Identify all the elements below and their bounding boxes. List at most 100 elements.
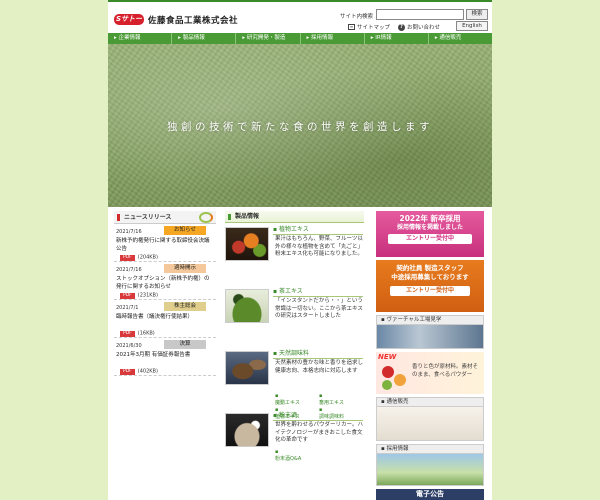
news-item[interactable]: 2021/7/16 適時開示 ストックオプション（新株予約権）の発行に関するお知… xyxy=(114,262,216,300)
tea-extract-image[interactable] xyxy=(225,289,269,323)
new-powder-banner[interactable]: NEW 香りと色が原材料。素材そのまま、食べるパウダー xyxy=(376,352,484,394)
file-size: (16KB) xyxy=(137,330,155,337)
news-title[interactable]: 臨時報告書（議決権行使結果） xyxy=(116,313,214,321)
seasoning-image[interactable] xyxy=(225,351,269,385)
nav-label: 採用情報 xyxy=(311,35,334,41)
fruit-icon xyxy=(382,366,394,378)
nav-label: IR情報 xyxy=(375,35,392,41)
news-title[interactable]: ストックオプション（新株予約権）の発行に関するお知らせ xyxy=(116,275,214,291)
nav-research[interactable]: ▸ 研究開発・製造 xyxy=(236,33,301,44)
main-nav: ▸ 企業情報 ▸ 製品情報 ▸ 研究開発・製造 ▸ 採用情報 ▸ IR情報 ▸ … xyxy=(108,33,492,44)
sitemap-label: サイトマップ xyxy=(357,25,391,31)
sitemap-link[interactable]: ≡ サイトマップ xyxy=(348,23,390,31)
page-container: Sサトー 佐藤食品工業株式会社 サイト内検索 検索 ≡ サイトマップ ? お問い… xyxy=(108,0,492,500)
english-button[interactable]: English xyxy=(456,21,488,31)
sub-link-label: 畜用エキス xyxy=(319,400,344,406)
powdered-liquor-image[interactable] xyxy=(225,413,269,447)
contract-staff-banner[interactable]: 契約社員 製造スタッフ 中途採用募集しております エントリー受付中 xyxy=(376,260,484,312)
recruit-line: 採用情報を掲載しました xyxy=(396,224,463,231)
nav-ir[interactable]: ▸ IR情報 xyxy=(365,33,429,44)
product-name[interactable]: ▪ 植物エキス xyxy=(273,225,363,235)
news-section: ニュースリリース 2021/7/16 お知らせ 新株予約権発行に関する取締役会決… xyxy=(114,211,216,376)
pdf-icon: PDF xyxy=(120,254,135,261)
product-name-label: 植物エキス xyxy=(278,226,309,233)
electronic-notice-banner[interactable]: 電子公告 xyxy=(376,489,484,500)
pdf-link[interactable]: PDF (402KB) xyxy=(120,368,158,375)
company-logo[interactable]: Sサトー xyxy=(114,14,144,25)
news-badge: 適時開示 xyxy=(164,264,206,273)
shop-image[interactable] xyxy=(376,407,484,441)
contract-line2: 中途採用募集しております xyxy=(391,273,469,281)
sub-link[interactable]: ▪ 粉末酒Q&A xyxy=(275,449,319,463)
news-badge: 決算 xyxy=(164,340,206,349)
news-badge: 株主総会 xyxy=(164,302,206,311)
sidebar: 2022年 新卒採用 採用情報を掲載しました エントリー受付中 契約社員 製造ス… xyxy=(376,211,484,489)
product-item-plant-extract[interactable]: ▪ 植物エキス 果汁はもちろん、野菜、フルーツ以外の様々な植物を含めて「丸ごと」… xyxy=(225,223,364,285)
hero-tagline: 独創の技術で新たな食の世界を創造します xyxy=(167,121,433,133)
product-name[interactable]: ▪ 天然調味料 xyxy=(273,349,363,359)
recruit-entry-button[interactable]: エントリー受付中 xyxy=(388,234,472,244)
recruit-image[interactable] xyxy=(376,454,484,486)
recruit-info-banner[interactable]: ▪ 採用情報 xyxy=(376,444,484,486)
virtual-factory-banner[interactable]: ▪ ヴァーチャル工場見学 xyxy=(376,315,484,349)
pdf-link[interactable]: PDF (231KB) xyxy=(120,292,158,299)
news-title[interactable]: 2021年3月期 有価証券報告書 xyxy=(116,351,214,359)
pdf-icon: PDF xyxy=(120,330,135,337)
pdf-link[interactable]: PDF (16KB) xyxy=(120,330,155,337)
fruit-icon xyxy=(394,374,406,386)
sub-link[interactable]: ▪ 魔動エキス xyxy=(275,393,319,407)
factory-label-text: ヴァーチャル工場見学 xyxy=(386,317,442,323)
factory-image[interactable] xyxy=(376,325,484,349)
product-item-natural-seasoning[interactable]: ▪ 天然調味料 天然素材の豊かな味と香りを追求し健康志向、本格志向に対応します … xyxy=(225,347,364,420)
news-badge: お知らせ xyxy=(164,226,206,235)
new-badge: NEW xyxy=(378,353,397,361)
contact-link[interactable]: ? お問い合わせ xyxy=(398,23,440,31)
product-item-powdered-liquor[interactable]: ▪ 粉末酒 世界を酔わせるパウダーリカー。ハイテクノロジーがまきおこした食文化の… xyxy=(225,409,364,471)
swirl-icon xyxy=(199,212,213,223)
news-item[interactable]: 2021/6/30 決算 2021年3月期 有価証券報告書 PDF (402KB) xyxy=(114,338,216,376)
product-item-tea-extract[interactable]: ▪ 茶エキス 「インスタントだから・・」という常識は一切ない。ここから茶エキスの… xyxy=(225,285,364,347)
search-label: サイト内検索 xyxy=(340,14,374,20)
question-icon: ? xyxy=(398,23,405,31)
file-size: (231KB) xyxy=(137,292,158,299)
nav-products[interactable]: ▸ 製品情報 xyxy=(172,33,237,44)
file-size: (204KB) xyxy=(137,254,158,261)
shop-label-text: 通信販売 xyxy=(386,399,409,405)
nav-recruit[interactable]: ▸ 採用情報 xyxy=(301,33,365,44)
product-name[interactable]: ▪ 粉末酒 xyxy=(273,411,363,421)
product-name-label: 天然調味料 xyxy=(278,350,309,357)
plant-extract-image[interactable] xyxy=(225,227,269,261)
company-name[interactable]: 佐藤食品工業株式会社 xyxy=(148,14,238,26)
news-date: 2021/6/30 xyxy=(116,343,142,349)
news-item[interactable]: 2021/7/1 株主総会 臨時報告書（議決権行使結果） PDF (16KB) xyxy=(114,300,216,338)
news-item[interactable]: 2021/7/16 お知らせ 新株予約権発行に関する取締役会決議公告 PDF (2… xyxy=(114,224,216,262)
nav-shop[interactable]: ▸ 通信販売 xyxy=(429,33,492,44)
product-name[interactable]: ▪ 茶エキス xyxy=(273,287,363,297)
sub-link[interactable]: ▪ 畜用エキス xyxy=(319,393,363,407)
site-header: Sサトー 佐藤食品工業株式会社 サイト内検索 検索 ≡ サイトマップ ? お問い… xyxy=(108,0,492,32)
products-heading-label: 製品情報 xyxy=(235,213,260,220)
recruit-label: ▪ 採用情報 xyxy=(376,444,484,454)
new-powder-text: 香りと色が原材料。素材そのまま、食べるパウダー xyxy=(412,364,479,378)
product-name-label: 茶エキス xyxy=(278,288,303,295)
pdf-icon: PDF xyxy=(120,368,135,375)
liquor-sub-links: ▪ 粉末酒Q&A xyxy=(275,449,365,463)
nav-company[interactable]: ▸ 企業情報 xyxy=(108,33,173,44)
contact-label: お問い合わせ xyxy=(407,25,441,31)
search-button[interactable]: 検索 xyxy=(466,9,488,20)
factory-label: ▪ ヴァーチャル工場見学 xyxy=(376,315,484,325)
product-desc: 果汁はもちろん、野菜、フルーツ以外の様々な植物を含めて「丸ごと」粉末エキス化も可… xyxy=(275,236,364,257)
news-title[interactable]: 新株予約権発行に関する取締役会決議公告 xyxy=(116,237,214,253)
news-date: 2021/7/16 xyxy=(116,267,142,273)
contract-entry-button[interactable]: エントリー受付中 xyxy=(390,286,470,296)
online-shop-banner[interactable]: ▪ 通信販売 xyxy=(376,397,484,441)
sub-link-label: 魔動エキス xyxy=(275,400,300,406)
news-heading: ニュースリリース xyxy=(114,211,216,224)
recruit-label-text: 採用情報 xyxy=(386,446,409,452)
hero-banner: 独創の技術で新たな食の世界を創造します xyxy=(108,44,492,207)
new-graduate-recruit-banner[interactable]: 2022年 新卒採用 採用情報を掲載しました エントリー受付中 xyxy=(376,211,484,257)
fruit-icon xyxy=(382,380,392,390)
search-input[interactable] xyxy=(376,9,464,20)
news-heading-label: ニュースリリース xyxy=(124,214,172,221)
pdf-link[interactable]: PDF (204KB) xyxy=(120,254,158,261)
